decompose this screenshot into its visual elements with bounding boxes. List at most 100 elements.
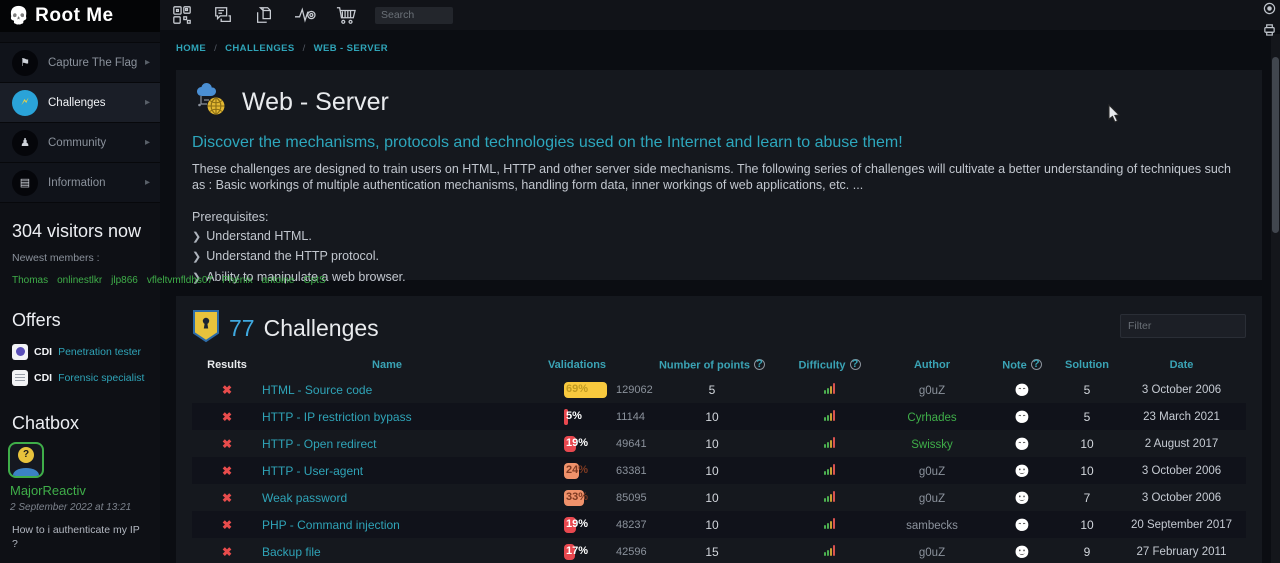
validation-cell: 17%42596 (512, 544, 642, 560)
home-logo-link[interactable]: 💀 Root Me (0, 0, 160, 32)
member-link[interactable]: jlp866 (111, 275, 138, 286)
not-solved-icon: ✖ (192, 437, 262, 451)
sidebar-item-challenges[interactable]: 🗲 Challenges ▸ (0, 83, 160, 123)
search-input[interactable] (375, 7, 453, 24)
offer-forensic-specialist: CDI Forensic specialist (0, 365, 160, 391)
avatar-body-icon (13, 468, 39, 478)
category-tagline: Discover the mechanisms, protocols and t… (192, 134, 1246, 152)
scrollbar-thumb[interactable] (1272, 57, 1279, 233)
print-icon[interactable] (1263, 23, 1276, 41)
column-date[interactable]: Date (1117, 359, 1246, 371)
chat-username-link[interactable]: MajorReactiv (0, 483, 86, 498)
page-tools (1258, 0, 1280, 34)
solution-count: 7 (1057, 491, 1117, 505)
not-solved-icon: ✖ (192, 464, 262, 478)
offer-link[interactable]: Penetration tester (58, 346, 141, 358)
breadcrumb-link[interactable]: WEB - SERVER (314, 43, 388, 54)
validation-percent: 24% (566, 464, 588, 476)
challenge-link[interactable]: HTTP - Open redirect (262, 437, 376, 451)
author-link[interactable]: g0uZ (919, 385, 945, 397)
chevron-right-icon: ▸ (145, 137, 150, 148)
menu-label: Community (48, 137, 145, 149)
member-link[interactable]: onlinestlkr (57, 275, 102, 286)
prerequisite-item: ❯Understand HTML. (192, 228, 1246, 245)
author-link[interactable]: Swissky (911, 439, 953, 451)
challenge-link[interactable]: Weak password (262, 491, 347, 505)
documents-icon[interactable] (252, 3, 276, 27)
help-icon[interactable]: ? (1031, 359, 1042, 370)
column-validations[interactable]: Validations (512, 359, 642, 371)
column-author[interactable]: Author (877, 359, 987, 371)
menu-label: Challenges (48, 97, 145, 109)
author-link[interactable]: sambecks (906, 520, 958, 532)
sidebar-item-community[interactable]: ♟ Community ▸ (0, 123, 160, 163)
breadcrumb-link[interactable]: HOME (176, 43, 206, 54)
author-link[interactable]: g0uZ (919, 493, 945, 505)
not-solved-icon: ✖ (192, 545, 262, 559)
menu-label: Capture The Flag (48, 57, 145, 69)
column-results[interactable]: Results (192, 359, 262, 371)
smile-emoji: 🙂 (987, 545, 1057, 559)
breadcrumb: HOME/CHALLENGES/WEB - SERVER (176, 43, 388, 54)
member-link[interactable]: Thomas (12, 275, 48, 286)
column-points[interactable]: Number of points? (642, 359, 782, 372)
market-cart-icon[interactable] (334, 3, 358, 27)
chat-timestamp: 2 September 2022 at 13:21 (0, 500, 160, 513)
column-solution[interactable]: Solution (1057, 359, 1117, 371)
challenges-grid-icon[interactable] (170, 3, 194, 27)
challenge-link[interactable]: Backup file (262, 545, 321, 559)
challenge-link[interactable]: HTTP - IP restriction bypass (262, 410, 412, 424)
sidebar-item-information[interactable]: ▤ Information ▸ (0, 163, 160, 203)
member-link[interactable]: antoine (262, 275, 295, 286)
offer-penetration-tester: CDI Penetration tester (0, 339, 160, 365)
member-link[interactable]: CptS (303, 275, 325, 286)
author-link[interactable]: g0uZ (919, 466, 945, 478)
activity-icon[interactable] (293, 3, 317, 27)
validation-percent: 33% (566, 491, 588, 503)
prerequisite-item: ❯Ability to manipulate a web browser. (192, 269, 1246, 286)
challenge-link[interactable]: HTML - Source code (262, 383, 372, 397)
column-name[interactable]: Name (262, 359, 512, 371)
help-icon[interactable]: ? (850, 359, 861, 370)
table-header: Results Name Validations Number of point… (192, 354, 1246, 376)
solution-count: 5 (1057, 383, 1117, 397)
offer-contract-type: CDI (34, 346, 52, 358)
member-link[interactable]: Phénix (222, 275, 253, 286)
author-link[interactable]: g0uZ (919, 547, 945, 559)
smile-emoji: 🙂 (987, 491, 1057, 505)
filter-input[interactable] (1120, 314, 1246, 338)
solution-count: 10 (1057, 437, 1117, 451)
chevron-bullet-icon: ❯ (192, 231, 201, 243)
member-link[interactable]: vfleltvmfldhs07 (147, 275, 213, 286)
chevron-right-icon: ▸ (145, 97, 150, 108)
challenge-date: 20 September 2017 (1117, 519, 1246, 531)
challenge-link[interactable]: HTTP - User-agent (262, 464, 363, 478)
chevron-right-icon: ▸ (145, 57, 150, 68)
points-value: 10 (642, 437, 782, 451)
column-difficulty[interactable]: Difficulty? (782, 359, 877, 372)
challenge-link[interactable]: PHP - Command injection (262, 518, 400, 532)
scrollbar-track[interactable] (1271, 34, 1280, 563)
avatar-head-icon: ? (18, 447, 34, 463)
sidebar-item-capture-the-flag[interactable]: ⚑ Capture The Flag ▸ (0, 43, 160, 83)
column-note[interactable]: Note? (987, 359, 1057, 372)
sidebar-menu: ⚑ Capture The Flag ▸ 🗲 Challenges ▸ ♟ Co… (0, 42, 160, 203)
breadcrumb-link[interactable]: CHALLENGES (225, 43, 294, 54)
target-icon[interactable] (1263, 2, 1276, 20)
validation-percent: 19% (566, 437, 588, 449)
validation-percent: 5% (566, 410, 582, 422)
forum-icon[interactable] (211, 3, 235, 27)
validation-cell: 5%11144 (512, 409, 642, 425)
grin-emoji: 😁 (987, 383, 1057, 397)
table-row: ✖Backup file17%4259615g0uZ🙂927 February … (192, 538, 1246, 563)
validation-cell: 69%129062 (512, 382, 642, 398)
challenge-date: 2 August 2017 (1117, 438, 1246, 450)
help-icon[interactable]: ? (754, 359, 765, 370)
offer-link[interactable]: Forensic specialist (58, 372, 144, 384)
difficulty-bars-icon (824, 409, 835, 421)
difficulty-bars-icon (824, 544, 835, 556)
avatar[interactable]: ? (8, 442, 44, 478)
offers-title: Offers (0, 310, 160, 331)
difficulty-bars-icon (824, 382, 835, 394)
author-link[interactable]: Cyrhades (907, 412, 956, 424)
